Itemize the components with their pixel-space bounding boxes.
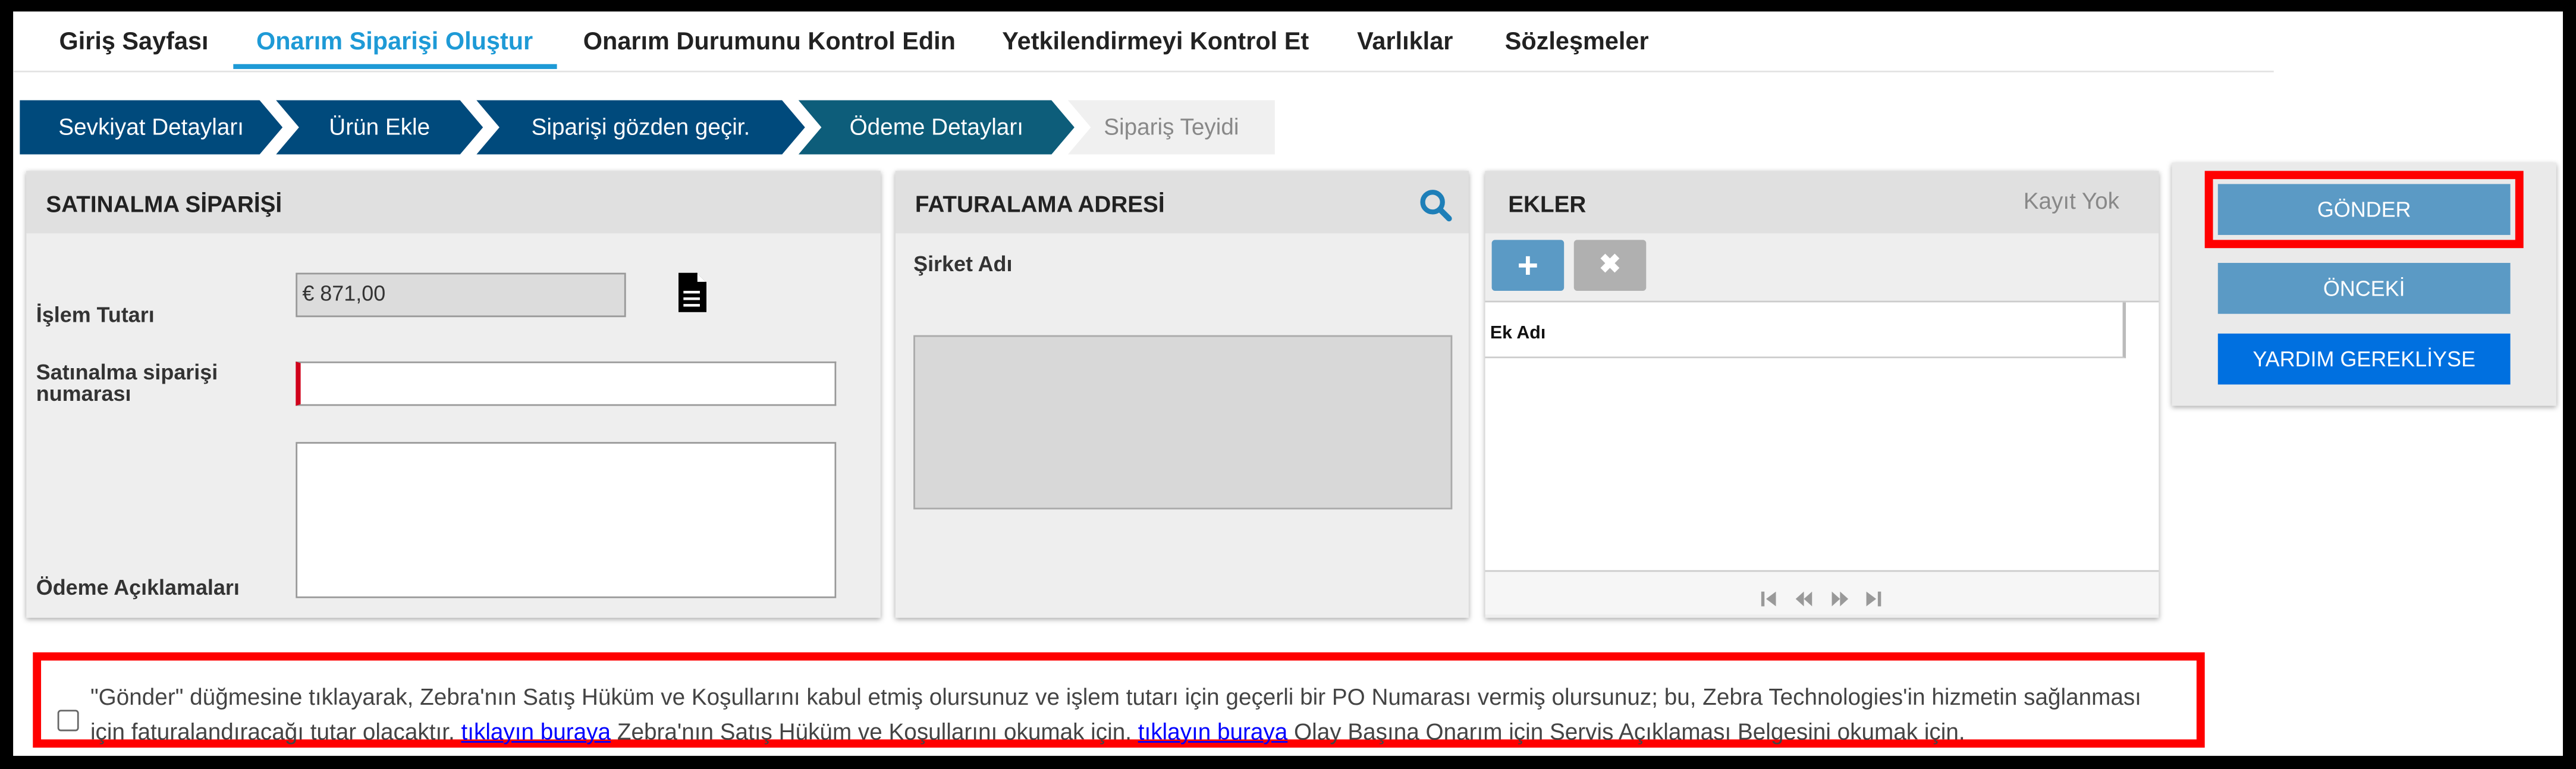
purchase-order-title: SATINALMA SİPARİŞİ (46, 190, 282, 217)
previous-button[interactable]: ÖNCEKİ (2217, 263, 2511, 314)
terms-text-part3: Olay Başına Onarım için Servis Açıklamas… (1287, 718, 1965, 745)
purchase-order-panel: SATINALMA SİPARİŞİ İşlem Tutarı € 871,00… (26, 171, 881, 618)
grid-header-row: Ek Adı (1485, 302, 2126, 359)
close-icon: ✖ (1599, 251, 1622, 280)
terms-link-sales-conditions[interactable]: tıklayın buraya (461, 718, 611, 744)
actions-panel: GÖNDER ÖNCEKİ YARDIM GEREKLİYSE (2172, 162, 2556, 406)
remove-attachment-button[interactable]: ✖ (1573, 240, 1647, 291)
terms-checkbox[interactable] (57, 710, 79, 732)
first-page-icon[interactable] (1761, 585, 1776, 607)
terms-box: "Gönder" düğmesine tıklayarak, Zebra'nın… (33, 652, 2205, 749)
step-payment-details: Ödeme Detayları (799, 101, 1075, 155)
attachments-header: EKLER Kayıt Yok (1485, 171, 2159, 234)
submit-button[interactable]: GÖNDER (2217, 184, 2511, 236)
step-add-product: Ürün Ekle (276, 101, 483, 155)
search-icon[interactable] (1419, 189, 1452, 222)
terms-link-service-description[interactable]: tıklayın buraya (1138, 718, 1288, 744)
plus-icon: + (1517, 244, 1539, 286)
payment-notes-textarea[interactable] (296, 442, 837, 598)
last-page-icon[interactable] (1866, 585, 1881, 607)
po-number-label: Satınalma siparişi numarası (36, 360, 218, 406)
company-name-label: Şirket Adı (913, 251, 1013, 277)
nav-home[interactable]: Giriş Sayfası (59, 28, 208, 56)
help-button[interactable]: YARDIM GEREKLİYSE (2217, 333, 2511, 385)
billing-address-textarea[interactable] (913, 335, 1453, 510)
attachments-status: Kayıt Yok (2023, 187, 2120, 214)
column-header-attachment-name[interactable]: Ek Adı (1490, 324, 1545, 343)
step-shipping-details: Sevkiyat Detayları (20, 101, 282, 155)
previous-page-icon[interactable] (1795, 585, 1812, 607)
grid-pager (1485, 570, 2159, 615)
nav-check-repair-status[interactable]: Onarım Durumunu Kontrol Edin (583, 28, 956, 56)
add-attachment-button[interactable]: + (1491, 240, 1565, 291)
page-frame: Giriş Sayfası Onarım Siparişi Oluştur On… (13, 11, 2563, 756)
step-order-confirmation: Sipariş Teyidi (1067, 100, 1275, 155)
nav-assets[interactable]: Varlıklar (1357, 28, 1453, 56)
terms-text-part2: Zebra'nın Satış Hüküm ve Koşullarını oku… (611, 718, 1138, 745)
document-icon[interactable] (677, 272, 707, 312)
active-tab-indicator (233, 64, 557, 70)
nav-create-repair-order[interactable]: Onarım Siparişi Oluştur (256, 28, 533, 56)
payment-notes-label: Ödeme Açıklamaları (36, 575, 240, 600)
attachments-panel: EKLER Kayıt Yok + ✖ Ek Adı (1485, 171, 2159, 618)
step-review-order: Siparişi gözden geçir. (476, 101, 805, 155)
purchase-order-header: SATINALMA SİPARİŞİ (26, 171, 881, 234)
amount-label: İşlem Tutarı (36, 302, 155, 327)
billing-address-title: FATURALAMA ADRESİ (915, 190, 1165, 217)
billing-address-panel: FATURALAMA ADRESİ Şirket Adı (895, 171, 1469, 618)
top-navigation: Giriş Sayfası Onarım Siparişi Oluştur On… (13, 11, 2274, 73)
attachments-title: EKLER (1508, 190, 1587, 217)
billing-address-header: FATURALAMA ADRESİ (895, 171, 1469, 234)
nav-contracts[interactable]: Sözleşmeler (1505, 28, 1649, 56)
attachments-grid: Ek Adı (1485, 300, 2159, 572)
terms-text: "Gönder" düğmesine tıklayarak, Zebra'nın… (90, 680, 2177, 749)
po-number-input[interactable] (296, 361, 837, 406)
amount-field: € 871,00 (296, 272, 626, 318)
next-page-icon[interactable] (1832, 585, 1849, 607)
nav-check-authorization[interactable]: Yetkilendirmeyi Kontrol Et (1002, 28, 1309, 56)
